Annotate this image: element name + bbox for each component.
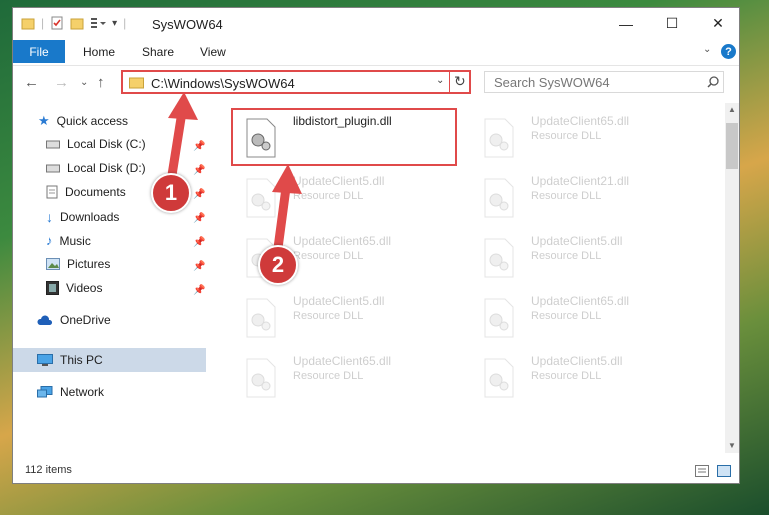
step-2-badge: 2 (258, 245, 298, 285)
arrow-head-step-2 (272, 164, 302, 194)
annotation-arrows (167, 92, 302, 253)
step-1-badge: 1 (151, 173, 191, 213)
arrow-head-step-1 (168, 92, 198, 120)
arrow-step-2 (273, 183, 291, 253)
arrow-step-1 (167, 107, 187, 180)
